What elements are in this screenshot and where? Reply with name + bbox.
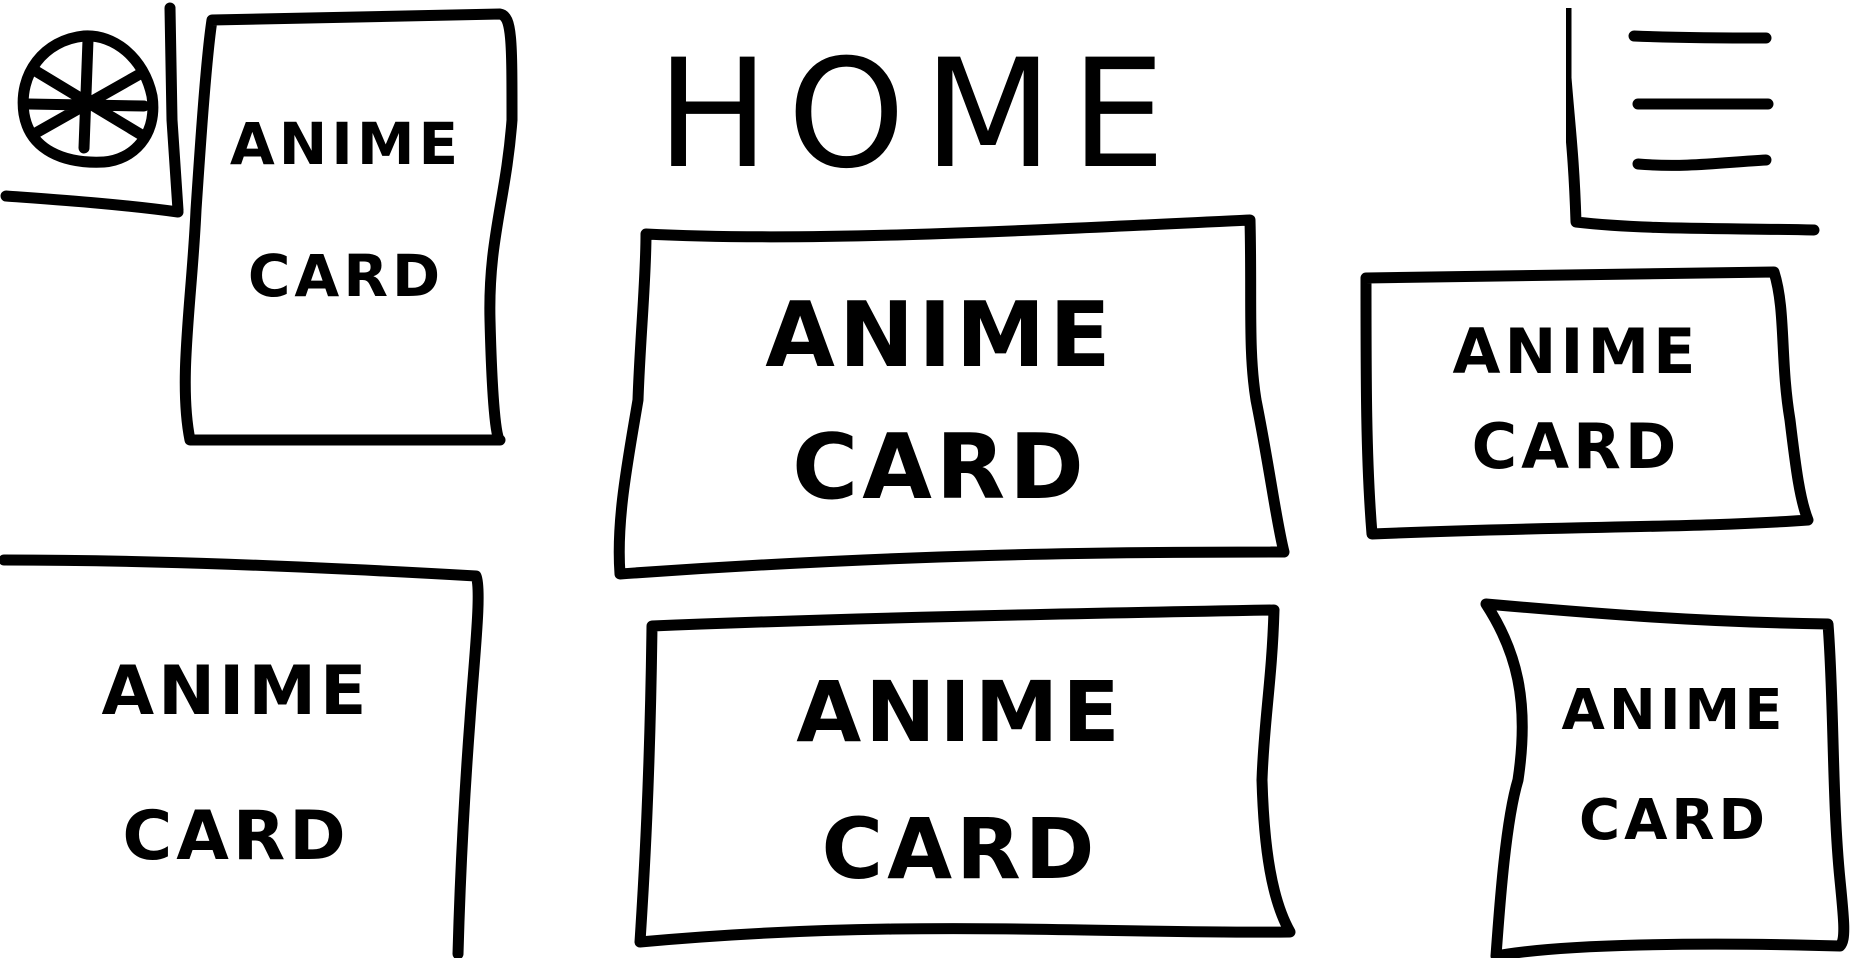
card-title-line2: CARD: [792, 415, 1088, 520]
card-title-line2: CARD: [1578, 788, 1770, 853]
logo-button[interactable]: [4, 14, 182, 214]
card-title-line2: CARD: [122, 797, 350, 876]
anime-card[interactable]: ANIME CARD: [6, 614, 466, 914]
anime-card[interactable]: ANIME CARD: [196, 60, 496, 360]
page-title: HOME: [656, 28, 1184, 202]
wheel-icon: [17, 30, 159, 168]
anime-card[interactable]: ANIME CARD: [660, 262, 1220, 542]
anime-card[interactable]: ANIME CARD: [670, 646, 1250, 916]
anime-card[interactable]: ANIME CARD: [1514, 636, 1834, 896]
card-title-line2: CARD: [1471, 410, 1681, 483]
card-title-line1: ANIME: [765, 282, 1115, 388]
card-title-line1: ANIME: [229, 109, 463, 178]
anime-card[interactable]: ANIME CARD: [1376, 294, 1776, 504]
card-title-line1: ANIME: [1561, 678, 1787, 743]
menu-button[interactable]: [1560, 2, 1826, 236]
card-title-line2: CARD: [821, 800, 1099, 898]
card-title-line1: ANIME: [101, 652, 371, 731]
card-title-line1: ANIME: [796, 663, 1124, 761]
card-title-line2: CARD: [247, 242, 445, 310]
card-title-line1: ANIME: [1452, 314, 1700, 388]
hamburger-menu-icon: [1560, 2, 1820, 236]
